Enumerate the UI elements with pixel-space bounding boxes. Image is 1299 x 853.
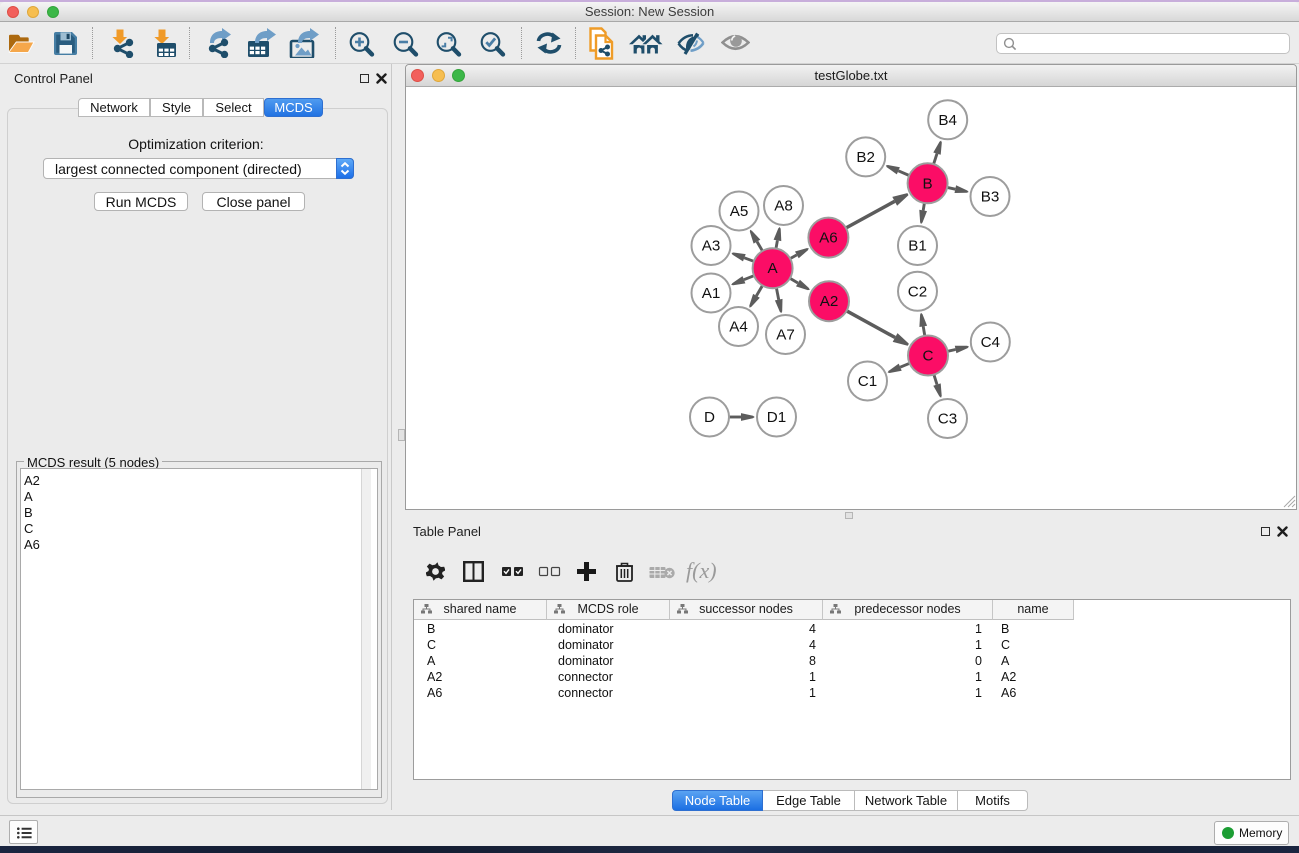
svg-text:A3: A3 bbox=[702, 238, 721, 255]
svg-text:A2: A2 bbox=[820, 293, 839, 310]
svg-text:B4: B4 bbox=[938, 112, 957, 129]
svg-text:A6: A6 bbox=[819, 230, 838, 247]
svg-text:B3: B3 bbox=[981, 189, 1000, 206]
svg-text:D: D bbox=[704, 409, 715, 426]
svg-text:C2: C2 bbox=[908, 283, 927, 300]
svg-text:C: C bbox=[923, 348, 934, 365]
svg-text:A8: A8 bbox=[774, 198, 793, 215]
svg-text:C1: C1 bbox=[858, 373, 877, 390]
svg-text:D1: D1 bbox=[767, 409, 786, 426]
svg-text:A5: A5 bbox=[730, 203, 749, 220]
svg-text:A: A bbox=[768, 260, 779, 277]
svg-text:A7: A7 bbox=[776, 327, 795, 344]
svg-text:B2: B2 bbox=[856, 149, 875, 166]
svg-text:C4: C4 bbox=[981, 334, 1000, 351]
svg-text:A1: A1 bbox=[702, 285, 721, 302]
svg-text:B: B bbox=[923, 175, 933, 192]
svg-text:B1: B1 bbox=[908, 238, 927, 255]
svg-text:A4: A4 bbox=[729, 319, 748, 336]
svg-text:C3: C3 bbox=[938, 411, 957, 428]
